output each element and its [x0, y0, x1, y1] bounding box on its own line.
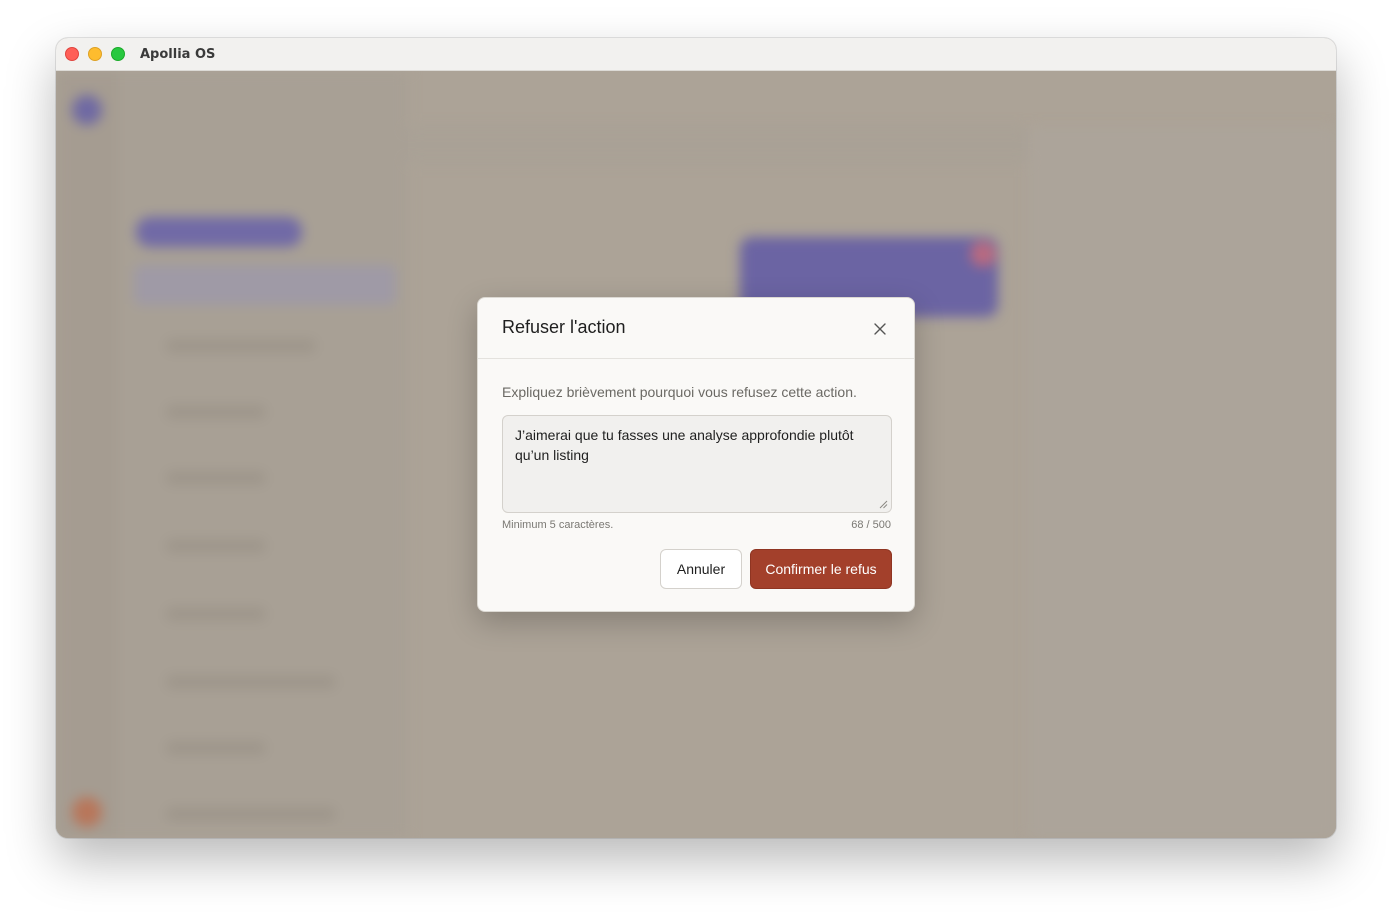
bg-new-button [136, 217, 302, 247]
dialog-description: Expliquez brièvement pourquoi vous refus… [502, 384, 857, 400]
min-length-hint: Minimum 5 caractères. [502, 519, 614, 531]
app-window: Apollia OS Refuser l'action Expliquez br… [56, 38, 1336, 838]
bg-list-item [166, 339, 316, 353]
confirm-refusal-button[interactable]: Confirmer le refus [750, 549, 892, 589]
bg-header-bar [408, 127, 1028, 163]
resize-handle-icon[interactable] [878, 499, 888, 509]
window-maximize-button[interactable] [111, 47, 125, 61]
refuse-action-dialog: Refuser l'action Expliquez brièvement po… [477, 297, 915, 612]
bg-badge [970, 241, 996, 267]
reason-field-container: J’aimerai que tu fasses une analyse appr… [502, 415, 892, 513]
bg-user-avatar [72, 797, 102, 827]
dialog-header: Refuser l'action [478, 298, 914, 359]
reason-textarea[interactable]: J’aimerai que tu fasses une analyse appr… [503, 416, 891, 512]
bg-list-item [166, 807, 336, 821]
dialog-title: Refuser l'action [502, 317, 626, 337]
close-icon [874, 323, 886, 335]
app-content: Refuser l'action Expliquez brièvement po… [56, 71, 1336, 838]
bg-right-panel [1028, 127, 1336, 838]
cancel-button[interactable]: Annuler [660, 549, 742, 589]
window-title: Apollia OS [140, 47, 216, 62]
bg-avatar [72, 95, 102, 125]
close-button[interactable] [868, 317, 892, 341]
bg-selected-item [134, 265, 396, 305]
bg-list-item [166, 675, 336, 689]
window-minimize-button[interactable] [88, 47, 102, 61]
title-bar: Apollia OS [56, 38, 1336, 71]
bg-sidebar [56, 71, 118, 838]
bg-list-item [166, 471, 266, 485]
bg-list-panel [118, 71, 408, 838]
bg-list-item [166, 741, 266, 755]
bg-list-item [166, 405, 266, 419]
character-counter: 68 / 500 [851, 519, 891, 531]
window-close-button[interactable] [65, 47, 79, 61]
bg-list-item [166, 539, 266, 553]
bg-list-item [166, 607, 266, 621]
